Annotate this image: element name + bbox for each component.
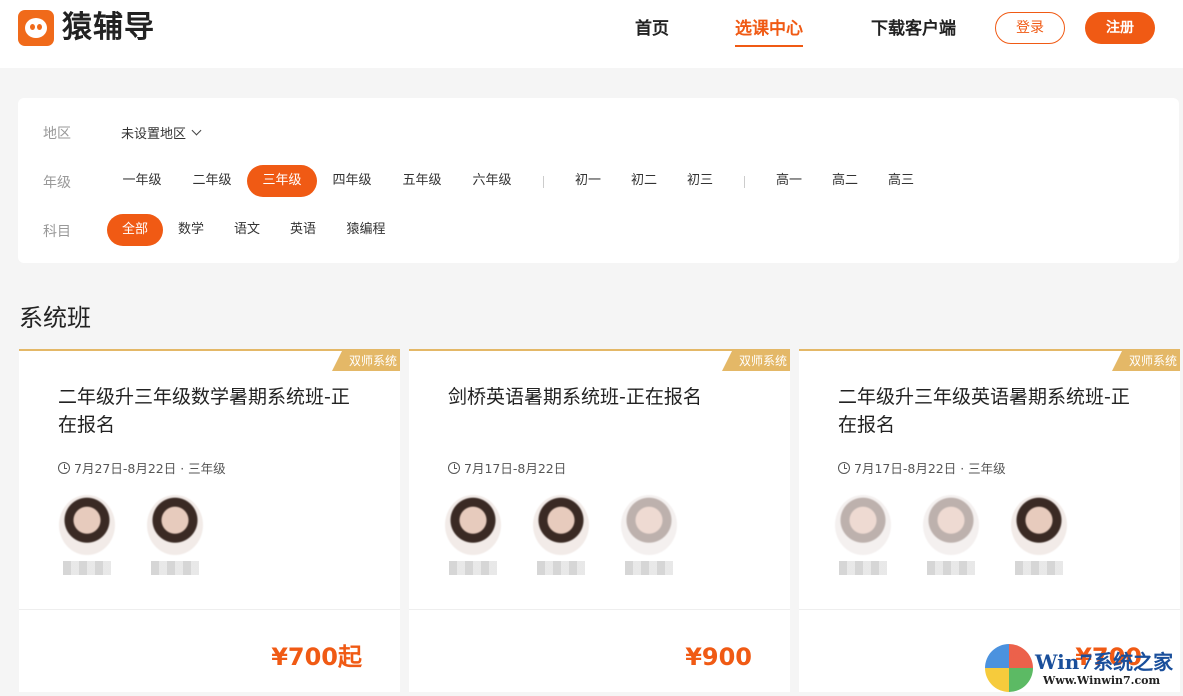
card-divider — [409, 609, 790, 610]
grade-option[interactable]: 初三 — [672, 165, 728, 197]
teacher[interactable] — [831, 495, 895, 575]
teacher-name — [927, 561, 975, 575]
course-meta: 7月17日-8月22日 — [448, 458, 566, 477]
subject-option[interactable]: 数学 — [163, 214, 219, 246]
course-title[interactable]: 二年级升三年级英语暑期系统班-正在报名 — [838, 383, 1138, 439]
brand-name: 猿辅导 — [62, 10, 155, 45]
grade-option[interactable]: 二年级 — [177, 165, 247, 197]
teacher[interactable] — [617, 495, 681, 575]
teacher-avatar — [533, 495, 589, 555]
grade-option[interactable]: 一年级 — [107, 165, 177, 197]
monkey-logo-icon — [18, 10, 54, 46]
teacher[interactable] — [143, 495, 207, 575]
course-card[interactable]: 双师系统 剑桥英语暑期系统班-正在报名 7月17日-8月22日 ¥900 — [409, 349, 790, 692]
teacher[interactable] — [919, 495, 983, 575]
clock-icon — [58, 461, 70, 474]
filter-panel: 地区 未设置地区 年级 一年级 二年级 三年级 四年级 五年级 六年级 初一 初… — [18, 98, 1179, 263]
watermark-text: Win7系统之家 — [1035, 650, 1174, 674]
card-divider — [799, 609, 1180, 610]
brand-logo[interactable]: 猿辅导 — [18, 10, 155, 46]
teacher[interactable] — [1007, 495, 1071, 575]
course-title[interactable]: 二年级升三年级数学暑期系统班-正在报名 — [58, 383, 358, 439]
course-title[interactable]: 剑桥英语暑期系统班-正在报名 — [448, 383, 748, 411]
subject-option-selected[interactable]: 全部 — [107, 214, 163, 246]
clock-icon — [448, 461, 460, 474]
region-value: 未设置地区 — [121, 127, 187, 142]
grade-option[interactable]: 初一 — [560, 165, 616, 197]
card-divider — [19, 609, 400, 610]
course-price: ¥900 — [685, 643, 752, 671]
subject-option[interactable]: 语文 — [219, 214, 275, 246]
teacher-avatar — [1011, 495, 1067, 555]
teacher[interactable] — [55, 495, 119, 575]
teacher-name — [625, 561, 673, 575]
teacher-name — [839, 561, 887, 575]
grade-option[interactable]: 高三 — [873, 165, 929, 197]
grade-option[interactable]: 四年级 — [317, 165, 387, 197]
register-button[interactable]: 注册 — [1085, 12, 1155, 44]
teacher-avatar — [621, 495, 677, 555]
course-badge: 双师系统 — [332, 351, 400, 371]
windows-logo-icon — [985, 644, 1033, 692]
teacher-name — [63, 561, 111, 575]
teacher-name — [537, 561, 585, 575]
course-badge: 双师系统 — [1112, 351, 1180, 371]
site-watermark: Win7系统之家 Www.Winwin7.com — [985, 640, 1180, 694]
course-price: ¥700起 — [271, 643, 362, 671]
subject-option[interactable]: 猿编程 — [331, 214, 401, 246]
grade-option-selected[interactable]: 三年级 — [247, 165, 317, 197]
region-dropdown[interactable]: 未设置地区 — [121, 123, 202, 142]
subject-option[interactable]: 英语 — [275, 214, 331, 246]
grade-option[interactable]: 高二 — [817, 165, 873, 197]
teacher-avatar — [923, 495, 979, 555]
teacher-avatar — [835, 495, 891, 555]
region-label: 地区 — [43, 126, 71, 142]
teacher[interactable] — [529, 495, 593, 575]
login-button[interactable]: 登录 — [995, 12, 1065, 44]
nav-home[interactable]: 首页 — [635, 17, 669, 41]
course-date: 7月27日-8月22日 · 三年级 — [74, 461, 226, 476]
section-title: 系统班 — [19, 304, 91, 332]
course-date: 7月17日-8月22日 · 三年级 — [854, 461, 1006, 476]
teacher-name — [151, 561, 199, 575]
grade-option[interactable]: 六年级 — [457, 165, 527, 197]
watermark-url: Www.Winwin7.com — [1043, 674, 1161, 687]
grade-option[interactable]: 高一 — [761, 165, 817, 197]
chevron-down-icon — [191, 125, 202, 136]
course-date: 7月17日-8月22日 — [464, 461, 567, 476]
teacher-avatar — [147, 495, 203, 555]
grade-label: 年级 — [43, 175, 71, 191]
top-header: 猿辅导 首页 选课中心 下载客户端 登录 注册 — [0, 0, 1183, 68]
teacher-avatar — [59, 495, 115, 555]
grade-option[interactable]: 初二 — [616, 165, 672, 197]
teacher[interactable] — [441, 495, 505, 575]
grade-option[interactable]: 五年级 — [387, 165, 457, 197]
course-meta: 7月17日-8月22日 · 三年级 — [838, 458, 1006, 477]
grade-divider — [744, 176, 745, 188]
grade-divider — [543, 176, 544, 188]
nav-download-client[interactable]: 下载客户端 — [871, 17, 956, 41]
clock-icon — [838, 461, 850, 474]
course-meta: 7月27日-8月22日 · 三年级 — [58, 458, 226, 477]
course-card[interactable]: 双师系统 二年级升三年级数学暑期系统班-正在报名 7月27日-8月22日 · 三… — [19, 349, 400, 692]
nav-course-center[interactable]: 选课中心 — [735, 17, 803, 47]
course-badge: 双师系统 — [722, 351, 790, 371]
teacher-name — [1015, 561, 1063, 575]
teacher-avatar — [445, 495, 501, 555]
subject-label: 科目 — [43, 224, 71, 240]
teacher-name — [449, 561, 497, 575]
